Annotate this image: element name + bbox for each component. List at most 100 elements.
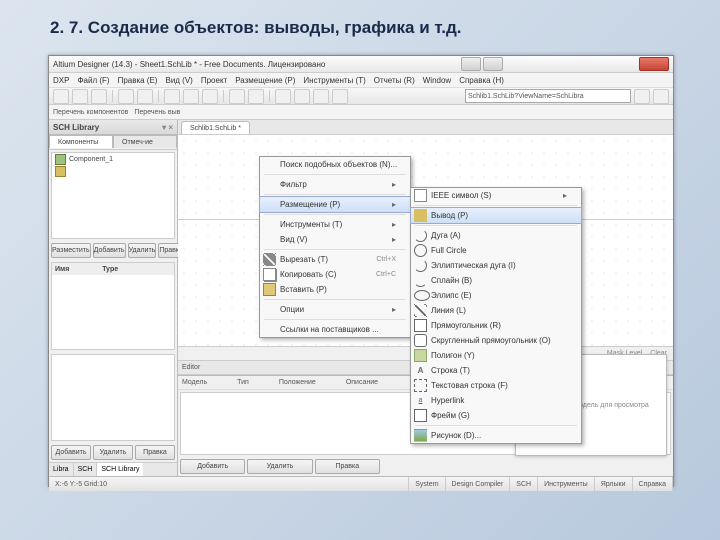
aliases-list[interactable]: ИмяType — [51, 262, 175, 349]
menu-item[interactable]: Дуга (A) — [411, 228, 581, 243]
panel-buttons: Разместить Добавить Удалить Правка — [49, 241, 177, 260]
edit-button[interactable]: Правка — [135, 445, 175, 460]
footer-tab[interactable]: SCH — [74, 463, 98, 476]
add-button[interactable]: Добавить — [180, 459, 245, 474]
status-tools[interactable]: Инструменты — [538, 477, 595, 491]
col-name: Имя — [55, 266, 69, 273]
panel-close-icon[interactable]: ▾ × — [162, 123, 173, 132]
tool-print-icon[interactable] — [118, 89, 134, 104]
col-model: Модель — [182, 379, 207, 386]
status-help[interactable]: Справка — [633, 477, 673, 491]
maximize-button[interactable] — [483, 57, 503, 71]
tool-misc2-icon[interactable] — [294, 89, 310, 104]
menu-item[interactable]: Линия (L) — [411, 303, 581, 318]
left-panel: SCH Library ▾ × Компоненты Отмеч-ие Comp… — [49, 120, 178, 476]
list-item[interactable]: Component_1 — [52, 153, 174, 165]
menu-item[interactable]: Прямоугольник (R) — [411, 318, 581, 333]
menu-project[interactable]: Проект — [201, 76, 227, 85]
menu-dxp[interactable]: DXP — [53, 76, 69, 85]
place-button[interactable]: Разместить — [51, 243, 91, 258]
menu-item[interactable]: Full Circle — [411, 243, 581, 258]
tool-copy-icon[interactable] — [183, 89, 199, 104]
status-compiler[interactable]: Design Compiler — [446, 477, 511, 491]
submenu-arrow-icon: ▸ — [382, 235, 396, 244]
menu-item[interactable]: AСтрока (T) — [411, 363, 581, 378]
footer-tab[interactable]: Libra — [49, 463, 74, 476]
menu-window[interactable]: Window — [423, 76, 451, 85]
add-button[interactable]: Добавить — [93, 243, 126, 258]
status-shortcuts[interactable]: Ярлыки — [595, 477, 633, 491]
panel-header: SCH Library ▾ × — [49, 120, 177, 135]
menu-file[interactable]: Файл (F) — [77, 76, 109, 85]
footer-tab[interactable]: SCH Library — [97, 463, 143, 476]
menu-item[interactable]: aHyperlink — [411, 393, 581, 408]
menu-item[interactable]: Сплайн (B) — [411, 273, 581, 288]
tab-marking[interactable]: Отмеч-ие — [113, 135, 177, 148]
menu-item[interactable]: Фильтр▸ — [260, 177, 410, 192]
menu-item[interactable]: Инструменты (T)▸ — [260, 217, 410, 232]
pins-list[interactable] — [51, 354, 175, 441]
tool-cut-icon[interactable] — [164, 89, 180, 104]
menu-view[interactable]: Вид (V) — [165, 76, 192, 85]
text-icon: A — [414, 364, 427, 377]
list-item[interactable] — [52, 165, 174, 177]
menu-item[interactable]: Текстовая строка (F) — [411, 378, 581, 393]
delete-button[interactable]: Удалить — [128, 243, 157, 258]
menu-item[interactable]: Рисунок (D)... — [411, 428, 581, 443]
add-button[interactable]: Добавить — [51, 445, 91, 460]
menu-item[interactable]: Опции▸ — [260, 302, 410, 317]
tb2-item[interactable]: Перечень компонентов — [53, 109, 128, 116]
menu-item-label: Full Circle — [431, 246, 467, 255]
path-box[interactable]: Schlib1.SchLib?ViewName=SchLibra — [465, 89, 631, 103]
delete-button[interactable]: Удалить — [247, 459, 312, 474]
tool-misc-icon[interactable] — [275, 89, 291, 104]
edit-button[interactable]: Правка — [315, 459, 380, 474]
tool-paste-icon[interactable] — [202, 89, 218, 104]
menu-item[interactable]: Вырезать (T)Ctrl+X — [260, 252, 410, 267]
menu-reports[interactable]: Отчеты (R) — [374, 76, 415, 85]
tool-misc3-icon[interactable] — [313, 89, 329, 104]
menu-item[interactable]: Фрейм (G) — [411, 408, 581, 423]
tool-zoom-icon[interactable] — [137, 89, 153, 104]
menu-item[interactable]: Полигон (Y) — [411, 348, 581, 363]
menu-item[interactable]: Вывод (P) — [410, 207, 582, 224]
menu-item[interactable]: Копировать (C)Ctrl+C — [260, 267, 410, 282]
menu-item[interactable]: Скругленный прямоугольник (O) — [411, 333, 581, 348]
menu-tools[interactable]: Инструменты (T) — [303, 76, 365, 85]
menu-item[interactable]: Эллиптическая дуга (I) — [411, 258, 581, 273]
menu-place[interactable]: Размещение (P) — [235, 76, 295, 85]
menu-item[interactable]: Вставить (P) — [260, 282, 410, 297]
component-list[interactable]: Component_1 — [51, 152, 175, 239]
menu-item[interactable]: Размещение (P)▸ — [259, 196, 411, 213]
menu-edit[interactable]: Правка (E) — [118, 76, 158, 85]
status-system[interactable]: System — [409, 477, 445, 491]
menu-item[interactable]: IEEE символ (S)▸ — [411, 188, 581, 203]
tool-misc4-icon[interactable] — [332, 89, 348, 104]
window-titlebar: Altium Designer (14.3) - Sheet1.SchLib *… — [49, 56, 673, 73]
tool-save-icon[interactable] — [91, 89, 107, 104]
submenu-arrow-icon: ▸ — [382, 180, 396, 189]
menu-item[interactable]: Ссылки на поставщиков ... — [260, 322, 410, 337]
doc-tab[interactable]: Schlib1.SchLib * — [181, 121, 250, 134]
close-button[interactable] — [639, 57, 669, 71]
menubar: DXP Файл (F) Правка (E) Вид (V) Проект Р… — [49, 73, 673, 88]
tool-open-icon[interactable] — [72, 89, 88, 104]
tab-components[interactable]: Компоненты — [49, 135, 113, 148]
menu-help[interactable]: Справка (H) — [459, 76, 504, 85]
tool-new-icon[interactable] — [53, 89, 69, 104]
menu-item[interactable]: Поиск подобных объектов (N)... — [260, 157, 410, 172]
status-sch[interactable]: SCH — [510, 477, 538, 491]
tool-redo-icon[interactable] — [248, 89, 264, 104]
menu-item[interactable]: Эллипс (E) — [411, 288, 581, 303]
circ-icon — [414, 244, 427, 257]
tool-nav2-icon[interactable] — [653, 89, 669, 104]
tool-nav1-icon[interactable] — [634, 89, 650, 104]
tb2-item[interactable]: Перечень выв — [134, 109, 180, 116]
arc-icon — [414, 229, 427, 242]
menu-item-label: Линия (L) — [431, 306, 466, 315]
tool-undo-icon[interactable] — [229, 89, 245, 104]
menu-item[interactable]: Вид (V)▸ — [260, 232, 410, 247]
delete-button[interactable]: Удалить — [93, 445, 133, 460]
menu-item-label: Эллипс (E) — [431, 291, 472, 300]
minimize-button[interactable] — [461, 57, 481, 71]
